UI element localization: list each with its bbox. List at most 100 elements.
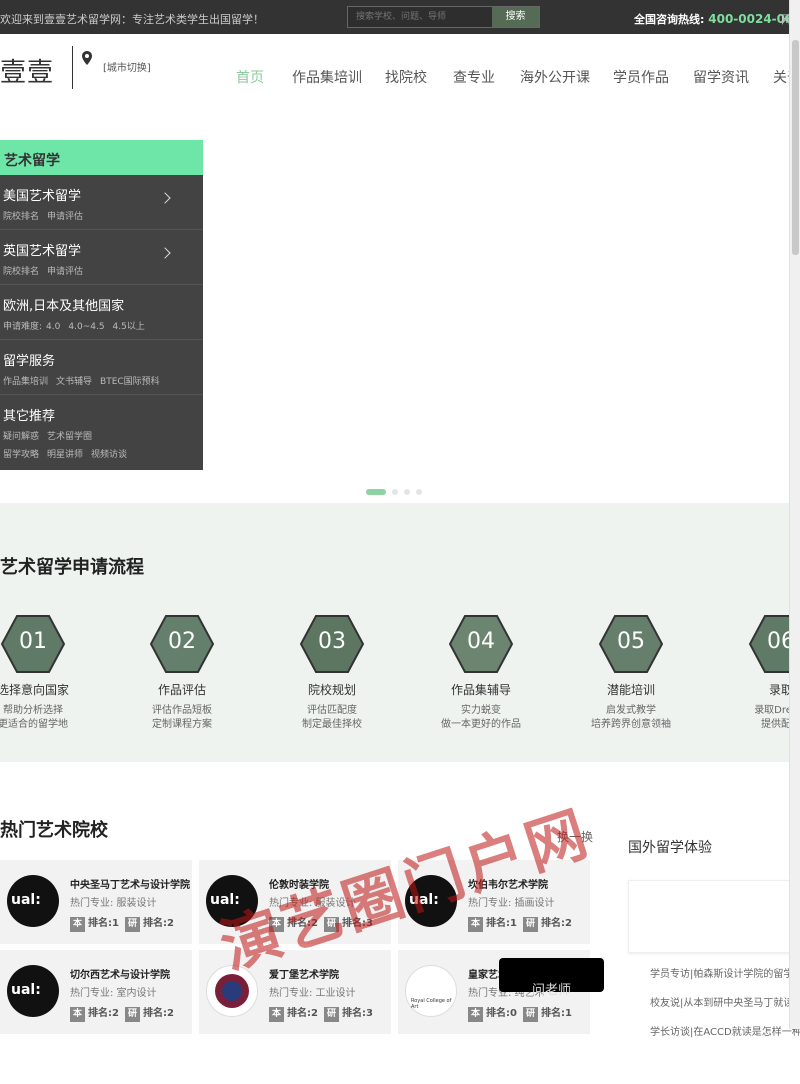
school-name: 中央圣马丁艺术与设计学院 (70, 880, 190, 891)
school-name: 爱丁堡艺术学院 (269, 970, 339, 981)
side-menu-item-label: 欧洲,日本及其他国家 (3, 299, 125, 314)
sub-link[interactable]: 作品集培训 (3, 377, 48, 387)
school-major: 热门专业: 室内设计 (70, 988, 157, 999)
step-title: 选择意向国家 (0, 683, 69, 697)
abroad-item[interactable]: 学员专访|帕森斯设计学院的留学 (650, 965, 800, 994)
school-crest-icon (206, 965, 258, 1017)
process-title: 艺术留学申请流程 (0, 557, 144, 578)
carousel-dot[interactable] (366, 489, 386, 495)
process-step: 03 院校规划 评估匹配度 制定最佳择校 (257, 615, 407, 732)
nav-home[interactable]: 首页 (236, 67, 264, 87)
step-desc: 提供配套 (761, 719, 800, 730)
site-logo[interactable]: 壹壹 (0, 52, 54, 89)
step-desc: 更适合的留学地 (0, 719, 68, 730)
school-major: 热门专业: 工业设计 (269, 988, 356, 999)
step-desc: 制定最佳择校 (302, 719, 362, 730)
hexagon-icon: 02 (150, 615, 214, 673)
abroad-item[interactable]: 校友说|从本到研中央圣马丁就读 (650, 994, 800, 1023)
school-major: 热门专业: 服装设计 (70, 898, 157, 909)
sub-link[interactable]: 院校排名 (3, 212, 39, 222)
sub-link[interactable]: 4.0 (46, 322, 60, 332)
swap-link[interactable]: 换一换 (557, 828, 593, 845)
school-logo: ual: (206, 875, 258, 927)
school-name: 伦敦时装学院 (269, 880, 329, 891)
side-menu-item-label: 其它推荐 (3, 409, 56, 424)
sub-link[interactable]: BTEC国际预科 (100, 377, 160, 387)
hotline: 全国咨询热线: 400-0024-006 (634, 11, 800, 27)
nav-student-works[interactable]: 学员作品 (613, 67, 669, 87)
nav-open-class[interactable]: 海外公开课 (520, 67, 590, 87)
sub-link[interactable]: 视频访谈 (91, 450, 127, 460)
side-menu-item-label: 美国艺术留学 (3, 189, 82, 204)
sub-link[interactable]: 明星讲师 (47, 450, 83, 460)
step-number: 03 (318, 629, 346, 654)
side-menu-item-services[interactable]: 留学服务 作品集培训 文书辅导 BTEC国际预科 (0, 340, 203, 395)
school-card[interactable]: ual: 中央圣马丁艺术与设计学院 热门专业: 服装设计 本排名:1 研排名:2 (0, 860, 192, 944)
school-name: 切尔西艺术与设计学院 (70, 970, 170, 981)
sub-link[interactable]: 留学攻略 (3, 450, 39, 460)
carousel-dot[interactable] (416, 489, 422, 495)
step-desc: 定制课程方案 (152, 719, 212, 730)
nav-majors[interactable]: 查专业 (453, 67, 495, 87)
abroad-title: 国外留学体验 (628, 840, 712, 856)
hexagon-icon: 03 (300, 615, 364, 673)
nav-portfolio[interactable]: 作品集培训 (292, 67, 362, 87)
process-step: 02 作品评估 评估作品短板 定制课程方案 (107, 615, 257, 732)
ask-teacher-button[interactable]: 问老师 (499, 958, 604, 998)
city-switch[interactable]: [城市切换] (103, 59, 151, 74)
rank-ben: 本排名:0 (468, 1004, 517, 1022)
carousel-dot[interactable] (404, 489, 410, 495)
school-card[interactable]: ual: 坎伯韦尔艺术学院 热门专业: 插画设计 本排名:1 研排名:2 (398, 860, 590, 944)
step-title: 作品集辅导 (450, 683, 511, 697)
search-button[interactable]: 搜索 (492, 7, 539, 27)
location-pin-icon (82, 50, 92, 69)
school-card[interactable]: ual: 伦敦时装学院 热门专业: 服装设计 本排名:2 研排名:3 (199, 860, 391, 944)
step-desc: 启发式教学 (606, 705, 656, 716)
sub-link[interactable]: 艺术留学圈 (47, 432, 92, 442)
abroad-item[interactable]: 学长访谈|在ACCD就读是怎样一种 (650, 1023, 800, 1052)
scrollbar-thumb[interactable] (792, 40, 799, 255)
sub-link[interactable]: 疑问解惑 (3, 432, 39, 442)
nav-news[interactable]: 留学资讯 (693, 67, 749, 87)
scrollbar[interactable] (789, 0, 800, 1029)
step-desc: 评估作品短板 (152, 705, 212, 716)
rank-yan: 研排名:2 (125, 1004, 174, 1022)
sub-link[interactable]: 院校排名 (3, 267, 39, 277)
step-title: 潜能培训 (606, 683, 655, 697)
step-desc: 做一本更好的作品 (441, 719, 521, 730)
school-name: 坎伯韦尔艺术学院 (468, 880, 548, 891)
step-title: 作品评估 (157, 683, 206, 697)
side-menu-item-uk[interactable]: 英国艺术留学 院校排名 申请评估 (0, 230, 203, 285)
school-card[interactable]: ual: 切尔西艺术与设计学院 热门专业: 室内设计 本排名:2 研排名:2 (0, 950, 192, 1034)
step-number: 05 (617, 629, 645, 654)
sub-link[interactable]: 申请评估 (47, 212, 83, 222)
side-menu-item-us[interactable]: 美国艺术留学 院校排名 申请评估 (0, 175, 203, 230)
sub-link[interactable]: 4.5以上 (113, 322, 145, 332)
top-bar: 欢迎来到壹壹艺术留学网：专注艺术类学生出国留学！ 搜索 全国咨询热线: 400-… (0, 0, 800, 34)
search-box: 搜索 (347, 6, 540, 28)
sub-label: 申请难度: (3, 322, 43, 332)
step-number: 01 (19, 629, 47, 654)
process-step: 06 录取 录取Dream提供配套 (706, 615, 800, 732)
hexagon-icon: 01 (1, 615, 65, 673)
rank-ben: 本排名:2 (70, 1004, 119, 1022)
step-number: 02 (168, 629, 196, 654)
step-number: 04 (467, 629, 495, 654)
sub-link[interactable]: 申请评估 (47, 267, 83, 277)
school-logo: Royal College of Art (405, 965, 457, 1017)
side-menu-item-label: 留学服务 (3, 354, 56, 369)
step-desc: 录取Dream (754, 705, 800, 716)
search-input[interactable] (348, 7, 492, 27)
carousel-dot[interactable] (392, 489, 398, 495)
abroad-feature-box[interactable] (628, 880, 800, 953)
step-desc: 培养跨界创意领袖 (591, 719, 671, 730)
sub-link[interactable]: 4.0~4.5 (68, 322, 104, 332)
school-logo: ual: (7, 875, 59, 927)
sub-link[interactable]: 文书辅导 (56, 377, 92, 387)
process-step: 05 潜能培训 启发式教学培养跨界创意领袖 (556, 615, 706, 732)
side-menu-item-other[interactable]: 其它推荐 疑问解惑 艺术留学圈 留学攻略 明星讲师 视频访谈 (0, 395, 203, 468)
divider (72, 46, 73, 89)
side-menu-item-europe[interactable]: 欧洲,日本及其他国家 申请难度: 4.0 4.0~4.5 4.5以上 (0, 285, 203, 340)
school-card[interactable]: 爱丁堡艺术学院 热门专业: 工业设计 本排名:2 研排名:3 (199, 950, 391, 1034)
nav-schools[interactable]: 找院校 (385, 67, 427, 87)
